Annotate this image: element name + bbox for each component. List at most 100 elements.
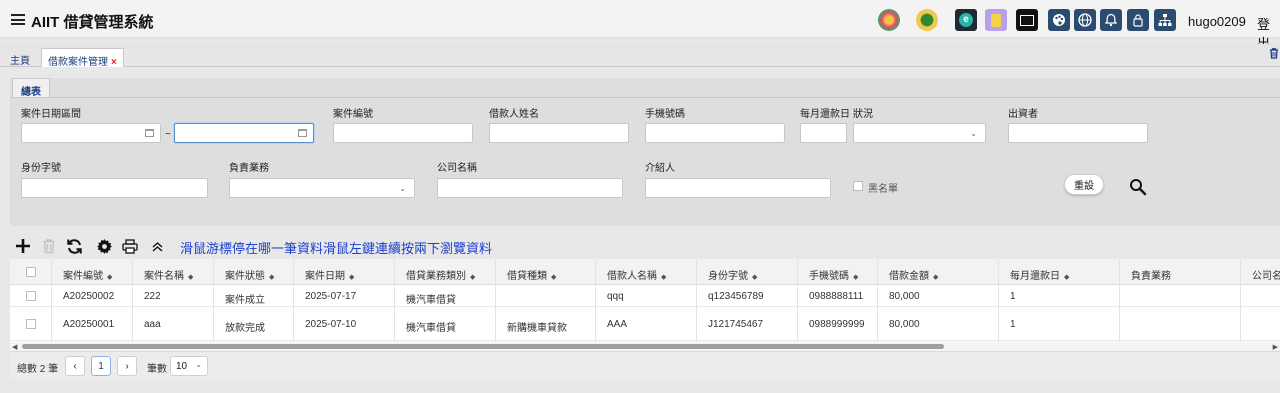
- cell-monthly-day: 1: [1010, 291, 1016, 302]
- globe-icon[interactable]: [1074, 9, 1096, 31]
- lock-icon[interactable]: [1127, 9, 1149, 31]
- bell-icon[interactable]: [1100, 9, 1122, 31]
- calendar-icon[interactable]: [298, 129, 307, 137]
- row-checkbox[interactable]: [26, 319, 36, 329]
- summary-tab[interactable]: 總表: [12, 78, 50, 98]
- col-header-case-date[interactable]: 案件日期 ◆: [305, 267, 354, 282]
- sort-icon: ◆: [269, 274, 275, 281]
- cell-case-name: aaa: [144, 319, 161, 330]
- blacklist-checkbox[interactable]: [853, 181, 863, 191]
- staff-select[interactable]: ⌄: [229, 178, 415, 198]
- flower-logo-icon[interactable]: [878, 9, 900, 31]
- col-header-case-no[interactable]: 案件編號 ◆: [63, 267, 112, 282]
- case-no-label: 案件編號: [333, 109, 373, 120]
- photo-app-icon[interactable]: [1016, 9, 1038, 31]
- select-all-checkbox[interactable]: [26, 267, 36, 277]
- trash-icon[interactable]: [1268, 47, 1280, 59]
- page-1-button[interactable]: 1: [91, 356, 111, 376]
- next-page-button[interactable]: ›: [117, 356, 137, 376]
- col-header-monthly-day[interactable]: 每月還款日 ◆: [1010, 267, 1069, 282]
- prev-page-button[interactable]: ‹: [65, 356, 85, 376]
- cell-case-date: 2025-07-10: [305, 319, 357, 330]
- tab-loan-case-label: 借款案件管理: [48, 57, 108, 68]
- col-header-staff[interactable]: 負責業務: [1131, 267, 1171, 282]
- col-header-loan-type[interactable]: 借貸種類 ◆: [507, 267, 556, 282]
- cell-phone: 0988888111: [809, 291, 864, 302]
- cell-case-status: 案件成立: [225, 295, 265, 306]
- delete-icon[interactable]: [40, 237, 58, 255]
- referrer-input[interactable]: [645, 178, 831, 198]
- company-input[interactable]: [437, 178, 623, 198]
- sun-logo-icon[interactable]: [916, 9, 938, 31]
- page-size-select[interactable]: 10 ⌄: [170, 356, 208, 376]
- scrollbar-thumb[interactable]: [22, 344, 944, 349]
- tab-bar: 主頁 借款案件管理 ×: [0, 44, 1280, 68]
- horizontal-scrollbar[interactable]: ◀ ▶: [10, 342, 1280, 351]
- phone-label: 手機號碼: [645, 109, 685, 120]
- sort-icon: ◆: [1064, 274, 1070, 281]
- cell-case-name: 222: [144, 291, 161, 302]
- tab-home[interactable]: 主頁: [4, 48, 36, 67]
- username[interactable]: hugo0209: [1188, 14, 1246, 29]
- scroll-right-icon[interactable]: ▶: [1273, 343, 1278, 351]
- refresh-icon[interactable]: [65, 237, 83, 255]
- case-no-input[interactable]: [333, 123, 473, 143]
- col-header-loan-category[interactable]: 借貸業務類別 ◆: [406, 267, 475, 282]
- col-header-id-no[interactable]: 身份字號 ◆: [708, 267, 757, 282]
- calendar-icon[interactable]: [145, 129, 154, 137]
- page-size-label: 筆數: [147, 364, 167, 375]
- cell-borrower-name: qqq: [607, 291, 624, 302]
- col-header-loan-amount[interactable]: 借款金額 ◆: [889, 267, 938, 282]
- app-title: AIIT 借貸管理系統: [31, 14, 154, 31]
- referrer-label: 介紹人: [645, 163, 675, 174]
- sort-icon: ◆: [188, 274, 194, 281]
- investor-input[interactable]: [1008, 123, 1148, 143]
- total-count: 總數 2 筆: [17, 364, 59, 375]
- col-header-phone[interactable]: 手機號碼 ◆: [809, 267, 858, 282]
- cell-borrower-name: AAA: [607, 319, 628, 330]
- borrower-name-input[interactable]: [489, 123, 629, 143]
- phone-input[interactable]: [645, 123, 785, 143]
- date-range-separator: ~: [165, 129, 171, 140]
- scroll-left-icon[interactable]: ◀: [12, 343, 17, 351]
- hamburger-menu-icon[interactable]: [11, 14, 25, 25]
- monthly-day-input[interactable]: [800, 123, 847, 143]
- table-row[interactable]: [10, 285, 1280, 307]
- row-checkbox[interactable]: [26, 291, 36, 301]
- status-select[interactable]: ⌄: [853, 123, 986, 143]
- col-header-case-name[interactable]: 案件名稱 ◆: [144, 267, 193, 282]
- col-header-case-status[interactable]: 案件狀態 ◆: [225, 267, 274, 282]
- date-range-label: 案件日期區間: [21, 109, 81, 120]
- e-app-icon[interactable]: e: [955, 9, 977, 31]
- sort-icon: ◆: [349, 274, 355, 281]
- settings-gear-icon[interactable]: [95, 237, 113, 255]
- chevron-down-icon: ⌄: [399, 184, 406, 193]
- col-header-borrower-name[interactable]: 借款人名稱 ◆: [607, 267, 666, 282]
- staff-label: 負責業務: [229, 163, 269, 174]
- table-row[interactable]: [10, 307, 1280, 341]
- company-label: 公司名稱: [437, 163, 477, 174]
- status-label: 狀況: [853, 109, 873, 120]
- pagination-bar: 總數 2 筆 ‹ 1 › 筆數 10 ⌄: [10, 351, 1280, 379]
- notes-app-icon[interactable]: [985, 9, 1007, 31]
- cell-monthly-day: 1: [1010, 319, 1016, 330]
- cell-loan-type: 新購機車貸款: [507, 323, 567, 334]
- id-no-input[interactable]: [21, 178, 208, 198]
- sort-icon: ◆: [933, 274, 939, 281]
- add-icon[interactable]: [14, 237, 32, 255]
- print-icon[interactable]: [121, 237, 139, 255]
- search-icon[interactable]: [1129, 178, 1147, 196]
- blacklist-label: 黑名單: [868, 184, 898, 195]
- tab-loan-case-management[interactable]: 借款案件管理 ×: [41, 48, 124, 68]
- palette-icon[interactable]: [1048, 9, 1070, 31]
- date-to-input[interactable]: [174, 123, 314, 143]
- collapse-chevron-up-icon[interactable]: [148, 237, 166, 255]
- tab-close-icon[interactable]: ×: [111, 57, 117, 68]
- date-from-input[interactable]: [21, 123, 161, 143]
- col-header-company[interactable]: 公司名: [1252, 267, 1280, 282]
- tab-home-label: 主頁: [10, 56, 30, 67]
- sitemap-icon[interactable]: [1154, 9, 1176, 31]
- reset-button[interactable]: 重設: [1064, 174, 1104, 195]
- sort-icon: ◆: [551, 274, 557, 281]
- toolbar-hint: 滑鼠游標停在哪一筆資料滑鼠左鍵連續按兩下瀏覽資料: [180, 241, 493, 256]
